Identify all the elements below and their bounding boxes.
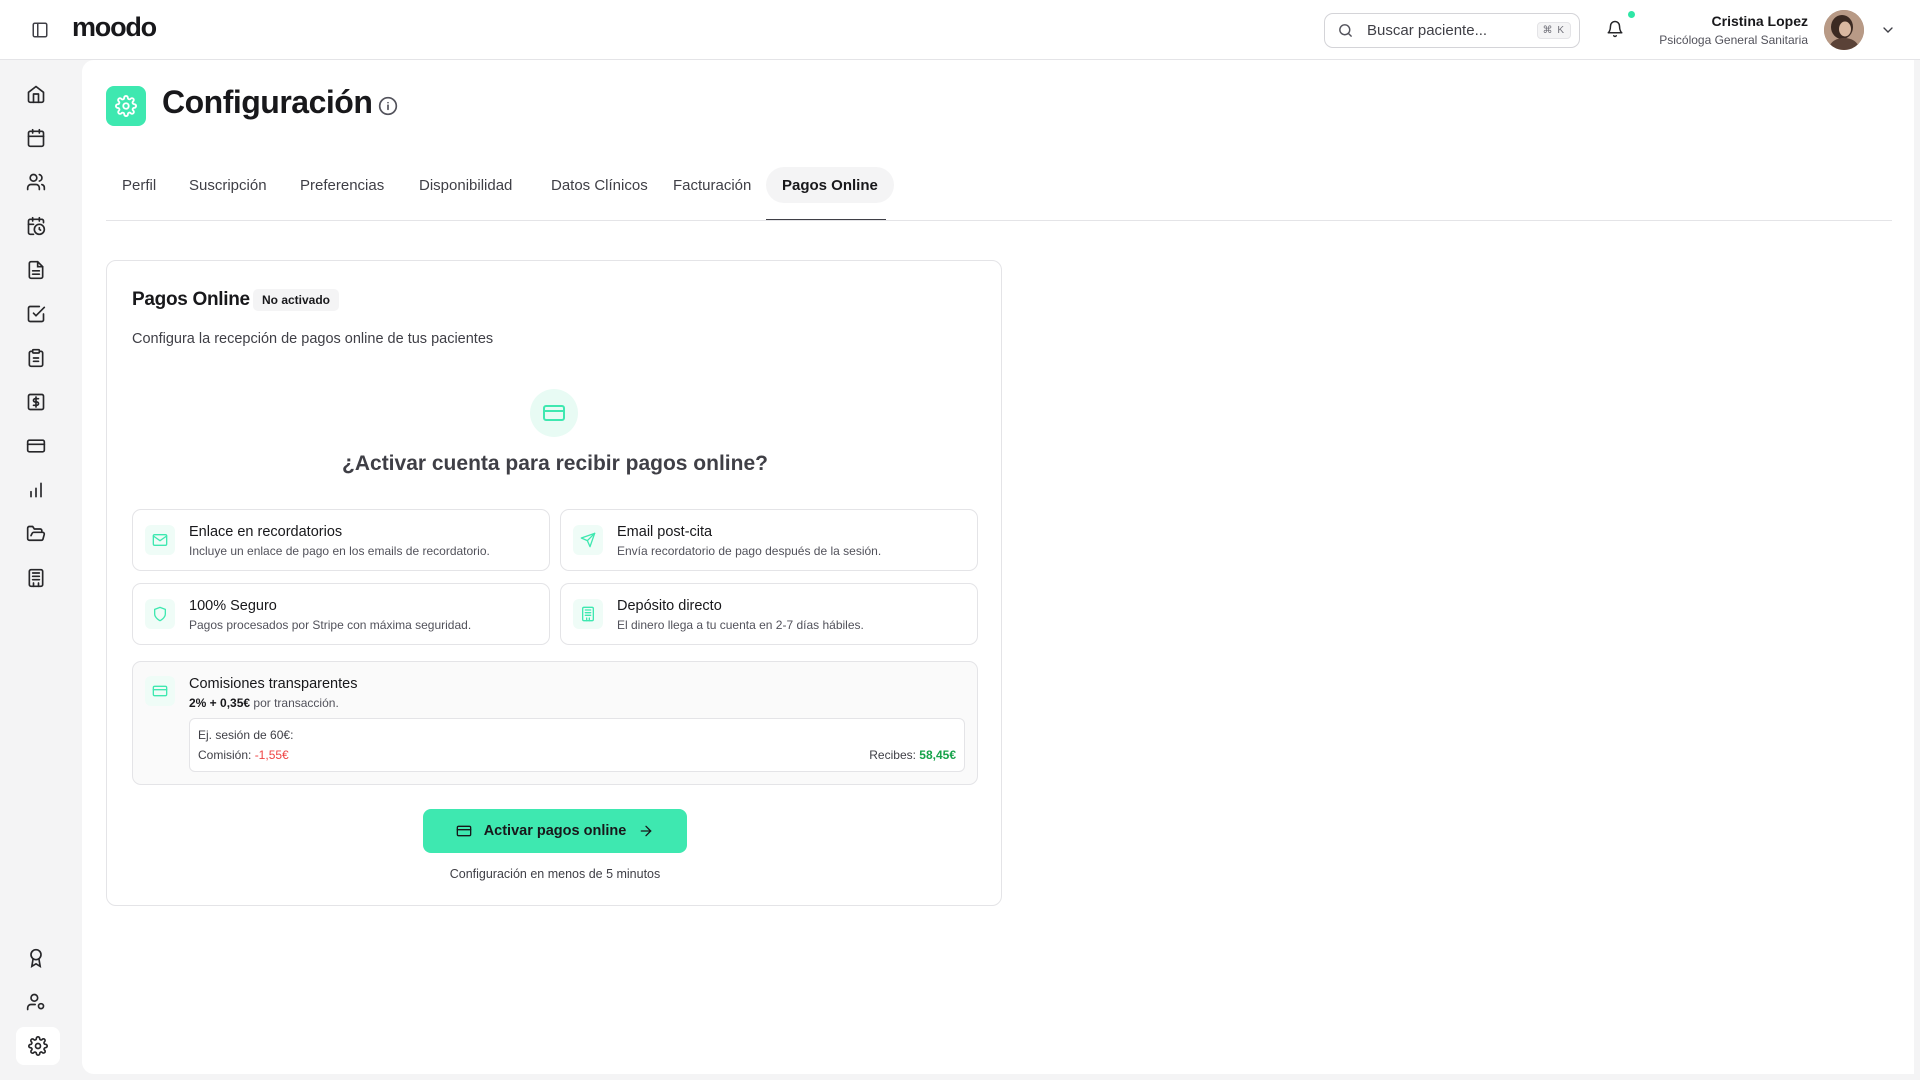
activate-payments-label: Activar pagos online	[483, 823, 627, 839]
search-icon	[1337, 22, 1355, 40]
sidebar	[0, 60, 72, 1080]
gear-icon[interactable]	[26, 1034, 50, 1058]
tab-perfil[interactable]: Perfil	[106, 167, 172, 203]
feature-description: El dinero llega a tu cuenta en 2-7 días …	[617, 618, 864, 632]
fees-rate: 2% + 0,35€ por transacción.	[189, 696, 339, 710]
tab-preferencias[interactable]: Preferencias	[284, 167, 400, 203]
tab-disponibilidad[interactable]: Disponibilidad	[403, 167, 528, 203]
feature-description: Envía recordatorio de pago después de la…	[617, 544, 882, 558]
avatar[interactable]	[1824, 10, 1864, 50]
main-content: Configuración Perfil Suscripción Prefere…	[82, 60, 1914, 1074]
user-settings-icon[interactable]	[24, 990, 48, 1014]
receive-value: 58,45€	[919, 748, 956, 762]
activate-payments-button[interactable]: Activar pagos online	[423, 809, 687, 853]
search-shortcut: ⌘ K	[1536, 22, 1571, 39]
search-input[interactable]: Buscar paciente... ⌘ K	[1324, 13, 1580, 48]
clipboard-icon[interactable]	[24, 346, 48, 370]
fees-title: Comisiones transparentes	[189, 676, 358, 692]
tab-suscripcion[interactable]: Suscripción	[173, 167, 283, 203]
app-logo[interactable]: moodo	[72, 12, 157, 43]
dollar-icon[interactable]	[24, 390, 48, 414]
setup-time-note: Configuración en menos de 5 minutos	[449, 867, 661, 881]
example-label: Ej. sesión de 60€:	[198, 728, 294, 742]
chevron-down-icon[interactable]	[1880, 22, 1896, 38]
status-badge: No activado	[253, 289, 340, 311]
notification-dot	[1628, 11, 1635, 18]
receive-row: Recibes: 58,45€	[869, 748, 956, 762]
user-role: Psicóloga General Sanitaria	[1659, 33, 1808, 47]
credit-card-icon[interactable]	[24, 434, 48, 458]
feature-title: Enlace en recordatorios	[189, 524, 343, 540]
credit-card-icon	[530, 389, 578, 437]
check-square-icon[interactable]	[24, 302, 48, 326]
fees-example: Ej. sesión de 60€: Comisión: -1,55€ Reci…	[189, 718, 965, 772]
home-icon[interactable]	[24, 82, 48, 106]
feature-title: 100% Seguro	[189, 598, 277, 614]
award-icon[interactable]	[24, 946, 48, 970]
feature-secure: 100% Seguro Pagos procesados por Stripe …	[132, 583, 550, 645]
online-payments-card: Pagos Online No activado Configura la re…	[106, 260, 1002, 906]
sidebar-toggle-icon[interactable]	[30, 20, 50, 40]
send-icon	[573, 525, 603, 555]
feature-title: Depósito directo	[617, 598, 722, 614]
calendar-icon[interactable]	[24, 126, 48, 150]
fees-rate-suffix: por transacción.	[250, 696, 339, 710]
tabs-divider	[106, 220, 1892, 221]
notifications-button[interactable]	[1606, 11, 1635, 41]
tab-pagos-online[interactable]: Pagos Online	[766, 167, 894, 203]
bell-icon	[1607, 20, 1623, 38]
shield-icon	[145, 599, 175, 629]
settings-page-icon	[106, 86, 146, 126]
receive-label: Recibes:	[869, 748, 920, 762]
credit-card-icon	[145, 676, 175, 706]
arrow-right-icon	[640, 825, 652, 837]
file-text-icon[interactable]	[24, 258, 48, 282]
card-title: Pagos Online	[132, 289, 250, 310]
feature-description: Incluye un enlace de pago en los emails …	[189, 544, 490, 558]
commission-row: Comisión: -1,55€	[198, 748, 289, 762]
card-description: Configura la recepción de pagos online d…	[132, 331, 494, 347]
user-name: Cristina Lopez	[1711, 13, 1808, 29]
credit-card-icon	[456, 825, 472, 837]
info-icon[interactable]	[378, 96, 398, 116]
users-icon[interactable]	[24, 170, 48, 194]
search-placeholder: Buscar paciente...	[1367, 22, 1488, 39]
feature-description: Pagos procesados por Stripe con máxima s…	[189, 618, 472, 632]
bar-chart-icon[interactable]	[24, 478, 48, 502]
mail-icon	[145, 525, 175, 555]
page-title: Configuración	[162, 84, 373, 120]
calendar-clock-icon[interactable]	[24, 214, 48, 238]
top-bar: moodo Buscar paciente... ⌘ K Cristina Lo…	[0, 0, 1920, 60]
fees-rate-value: 2% + 0,35€	[189, 696, 251, 710]
bank-icon	[573, 599, 603, 629]
fees-panel: Comisiones transparentes 2% + 0,35€ por …	[132, 661, 978, 785]
tab-datos-clinicos[interactable]: Datos Clínicos	[535, 167, 664, 203]
feature-direct-deposit: Depósito directo El dinero llega a tu cu…	[560, 583, 978, 645]
tab-facturacion[interactable]: Facturación	[657, 167, 767, 203]
commission-label: Comisión:	[198, 748, 255, 762]
building-icon[interactable]	[24, 566, 48, 590]
activation-question: ¿Activar cuenta para recibir pagos onlin…	[342, 452, 768, 475]
folder-open-icon[interactable]	[24, 522, 48, 546]
commission-value: -1,55€	[254, 748, 289, 762]
feature-reminder-link: Enlace en recordatorios Incluye un enlac…	[132, 509, 550, 571]
feature-title: Email post-cita	[617, 524, 713, 540]
feature-post-session-email: Email post-cita Envía recordatorio de pa…	[560, 509, 978, 571]
